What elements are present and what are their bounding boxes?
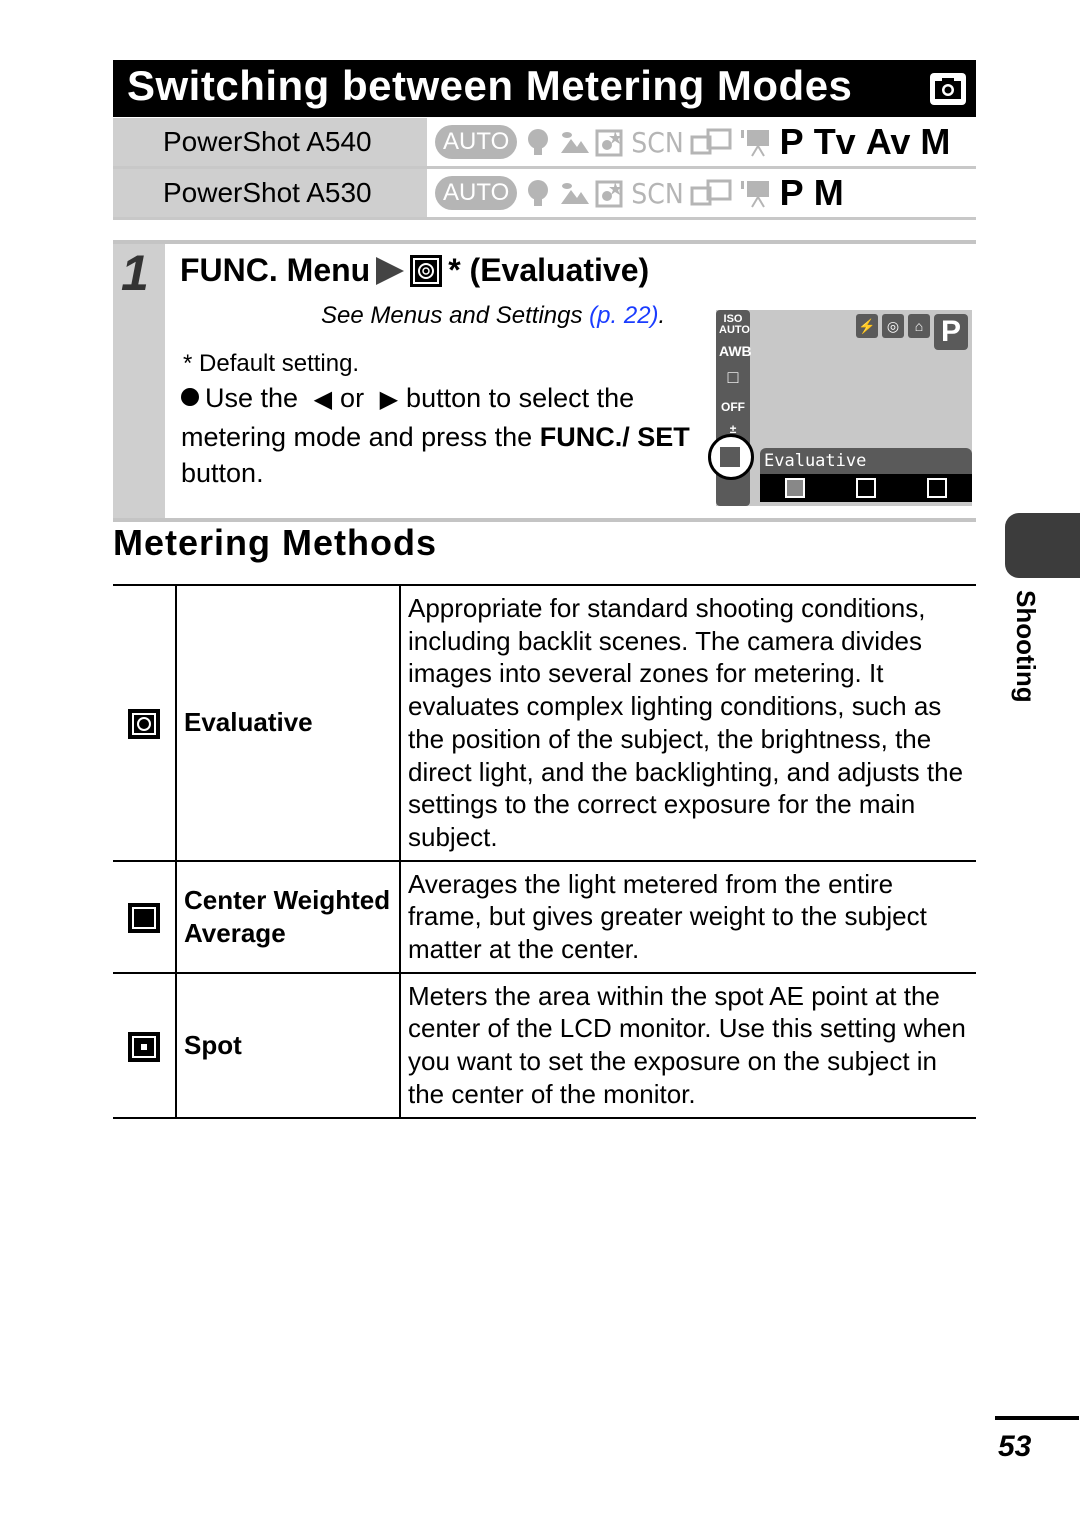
func-menu-label: FUNC. Menu — [180, 252, 371, 288]
lcd-preview: ISO AUTO AWB □ OFF ± ⚡ ◎ ⌂ P Evaluative — [708, 310, 972, 506]
arrow-right-icon — [376, 256, 405, 285]
auto-mode-icon: AUTO — [435, 176, 518, 210]
drive-mode-icon: □ — [727, 367, 739, 387]
movie-mode-icon — [740, 130, 769, 157]
bullet-icon — [181, 388, 199, 406]
right-arrow-button-icon: ▶ — [379, 386, 399, 413]
flash-off-icon: ⚡ — [856, 314, 878, 338]
see-reference-end: . — [658, 302, 666, 329]
bullet-or: or — [340, 383, 365, 413]
page-reference-link[interactable]: (p. 22) — [589, 302, 658, 329]
scn-mode-icon: SCN — [631, 176, 684, 210]
my-colors-off-icon: OFF — [721, 400, 745, 414]
mode-strip: AUTO SCN P Tv Av M — [429, 118, 950, 166]
portrait-mode-icon — [528, 129, 549, 155]
program-mode-indicator: P — [934, 314, 968, 350]
model-row-a540: PowerShot A540 AUTO SCN P Tv Av M — [113, 118, 976, 169]
lcd-selected-label: Evaluative — [760, 448, 972, 474]
iso-auto-icon: ISO AUTO — [719, 313, 750, 336]
evaluative-default-label: * (Evaluative) — [448, 252, 650, 288]
model-label: PowerShot A530 — [113, 169, 427, 217]
spot-metering-icon — [128, 1031, 160, 1062]
method-name: Center Weighted Average — [176, 860, 401, 973]
manual-mode-label: M — [920, 121, 951, 162]
metering-methods-table: Evaluative Appropriate for standard shoo… — [113, 584, 976, 1119]
table-row: Evaluative Appropriate for standard shoo… — [113, 585, 976, 861]
lcd-metering-icon — [718, 445, 742, 469]
night-scene-mode-icon — [595, 129, 623, 157]
program-mode-label: P — [779, 121, 804, 162]
instruction-bullet: Use the ◀ or ▶ button to select the meteri… — [181, 380, 701, 492]
chapter-tab[interactable] — [1005, 513, 1080, 578]
movie-mode-icon — [740, 181, 769, 208]
method-name: Evaluative — [176, 585, 401, 861]
section-heading: Metering Methods — [113, 522, 438, 563]
step-heading: FUNC. Menu * (Evaluative) — [180, 252, 649, 289]
portrait-mode-icon — [528, 180, 549, 206]
lcd-evaluative-option-icon — [785, 478, 806, 498]
lcd-top-icons: ⚡ ◎ ⌂ P — [856, 314, 968, 350]
stitch-assist-mode-icon — [690, 128, 732, 155]
page-number: 53 — [998, 1430, 1032, 1463]
landscape-mode-icon — [561, 183, 590, 204]
method-description: Meters the area within the spot AE point… — [408, 980, 966, 1109]
func-set-button-label: FUNC./ SET — [539, 421, 690, 452]
model-label: PowerShot A540 — [113, 118, 427, 166]
default-setting-note: * Default setting. — [183, 350, 360, 377]
chapter-tab-label: Shooting — [1011, 590, 1041, 703]
lcd-options — [760, 474, 972, 502]
red-eye-icon: ◎ — [882, 314, 904, 338]
night-scene-mode-icon — [595, 180, 623, 208]
awb-icon: AWB — [719, 343, 752, 359]
auto-mode-icon: AUTO — [435, 125, 518, 159]
model-row-a530: PowerShot A530 AUTO SCN P M — [113, 169, 976, 220]
manual-mode-label: M — [813, 172, 844, 213]
evaluative-metering-icon — [128, 709, 160, 740]
step-number: 1 — [121, 245, 149, 301]
self-timer-icon: ⌂ — [908, 314, 930, 338]
program-mode-label: P — [779, 172, 804, 213]
method-description: Appropriate for standard shooting condit… — [408, 593, 964, 852]
landscape-mode-icon — [561, 132, 590, 153]
camera-icon — [930, 73, 966, 105]
table-row: Center Weighted Average Averages the lig… — [113, 860, 976, 973]
see-reference-text: See Menus and Settings — [321, 302, 590, 329]
method-icon-cell — [113, 860, 177, 973]
title-bar: Switching between Metering Modes — [113, 60, 976, 117]
method-icon-cell — [113, 972, 177, 1118]
lcd-spot-option-icon — [926, 478, 947, 498]
evaluative-metering-icon — [410, 254, 443, 287]
lcd-center-weighted-option-icon — [855, 478, 876, 498]
scn-mode-icon: SCN — [631, 125, 684, 159]
method-description: Averages the light metered from the enti… — [408, 868, 927, 965]
step-strip: 1 — [113, 244, 165, 518]
center-weighted-metering-icon — [128, 903, 160, 934]
page-title: Switching between Metering Modes — [127, 62, 853, 109]
bullet-text-1: Use the — [205, 383, 299, 413]
method-name: Spot — [176, 972, 401, 1118]
method-icon-cell — [113, 585, 177, 861]
lcd-highlight-circle — [708, 434, 754, 480]
bullet-text-3: button. — [181, 458, 264, 488]
step-box: 1 FUNC. Menu * (Evaluative) See Menus an… — [113, 240, 976, 522]
left-arrow-button-icon: ◀ — [313, 386, 333, 413]
table-row: Spot Meters the area within the spot AE … — [113, 972, 976, 1118]
av-mode-label: Av — [865, 121, 911, 162]
mode-strip: AUTO SCN P M — [429, 169, 844, 217]
see-reference: See Menus and Settings (p. 22). — [321, 302, 665, 330]
page-number-rule — [995, 1416, 1079, 1420]
tv-mode-label: Tv — [813, 121, 856, 162]
stitch-assist-mode-icon — [690, 179, 732, 206]
